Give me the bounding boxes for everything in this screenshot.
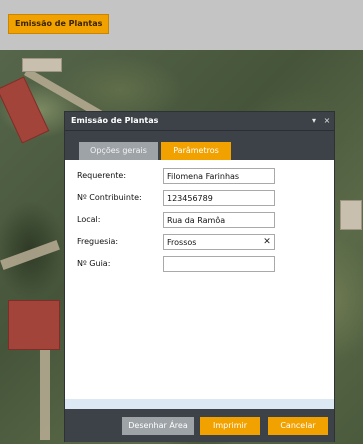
contribuinte-row: Nº Contribuinte:	[77, 190, 327, 206]
map-building	[22, 58, 62, 72]
emissao-plantas-dialog: Emissão de Plantas ▾ × Opções gerais Par…	[64, 111, 335, 442]
map-building	[0, 76, 50, 144]
local-label: Local:	[77, 215, 101, 224]
imprimir-button[interactable]: Imprimir	[200, 417, 260, 435]
requerente-field[interactable]	[163, 168, 275, 184]
map-building	[8, 300, 60, 350]
dialog-footer: Desenhar Área Imprimir Cancelar	[65, 409, 334, 442]
clear-icon[interactable]: ✕	[261, 236, 273, 248]
emissao-plantas-button[interactable]: Emissão de Plantas	[8, 14, 110, 34]
top-toolbar: Emissão de Plantas	[0, 0, 363, 50]
cancelar-button[interactable]: Cancelar	[268, 417, 328, 435]
local-field[interactable]	[163, 212, 275, 228]
pin-icon[interactable]: ▾	[309, 115, 319, 127]
tab-parametros[interactable]: Parâmetros	[161, 142, 231, 160]
guia-label: Nº Guia:	[77, 259, 111, 268]
map-road	[0, 240, 60, 270]
desenhar-area-button[interactable]: Desenhar Área	[122, 417, 194, 435]
requerente-label: Requerente:	[77, 171, 127, 180]
parametros-panel: Requerente: Nº Contribuinte: Local: Freg…	[65, 160, 334, 403]
freguesia-label: Freguesia:	[77, 237, 119, 246]
tab-opcoes-gerais[interactable]: Opções gerais	[79, 142, 158, 160]
requerente-row: Requerente:	[77, 168, 327, 184]
contribuinte-field[interactable]	[163, 190, 275, 206]
close-icon[interactable]: ×	[322, 115, 332, 127]
local-row: Local:	[77, 212, 327, 228]
contribuinte-label: Nº Contribuinte:	[77, 193, 142, 202]
dialog-title: Emissão de Plantas	[71, 116, 159, 125]
guia-row: Nº Guia:	[77, 256, 327, 272]
tab-strip: Opções gerais Parâmetros	[65, 131, 334, 160]
footer-strip	[65, 399, 334, 409]
freguesia-row: Freguesia: ✕	[77, 234, 327, 250]
map-building	[340, 200, 362, 230]
freguesia-combobox[interactable]	[163, 234, 275, 250]
dialog-header[interactable]: Emissão de Plantas ▾ ×	[65, 112, 334, 131]
guia-field[interactable]	[163, 256, 275, 272]
